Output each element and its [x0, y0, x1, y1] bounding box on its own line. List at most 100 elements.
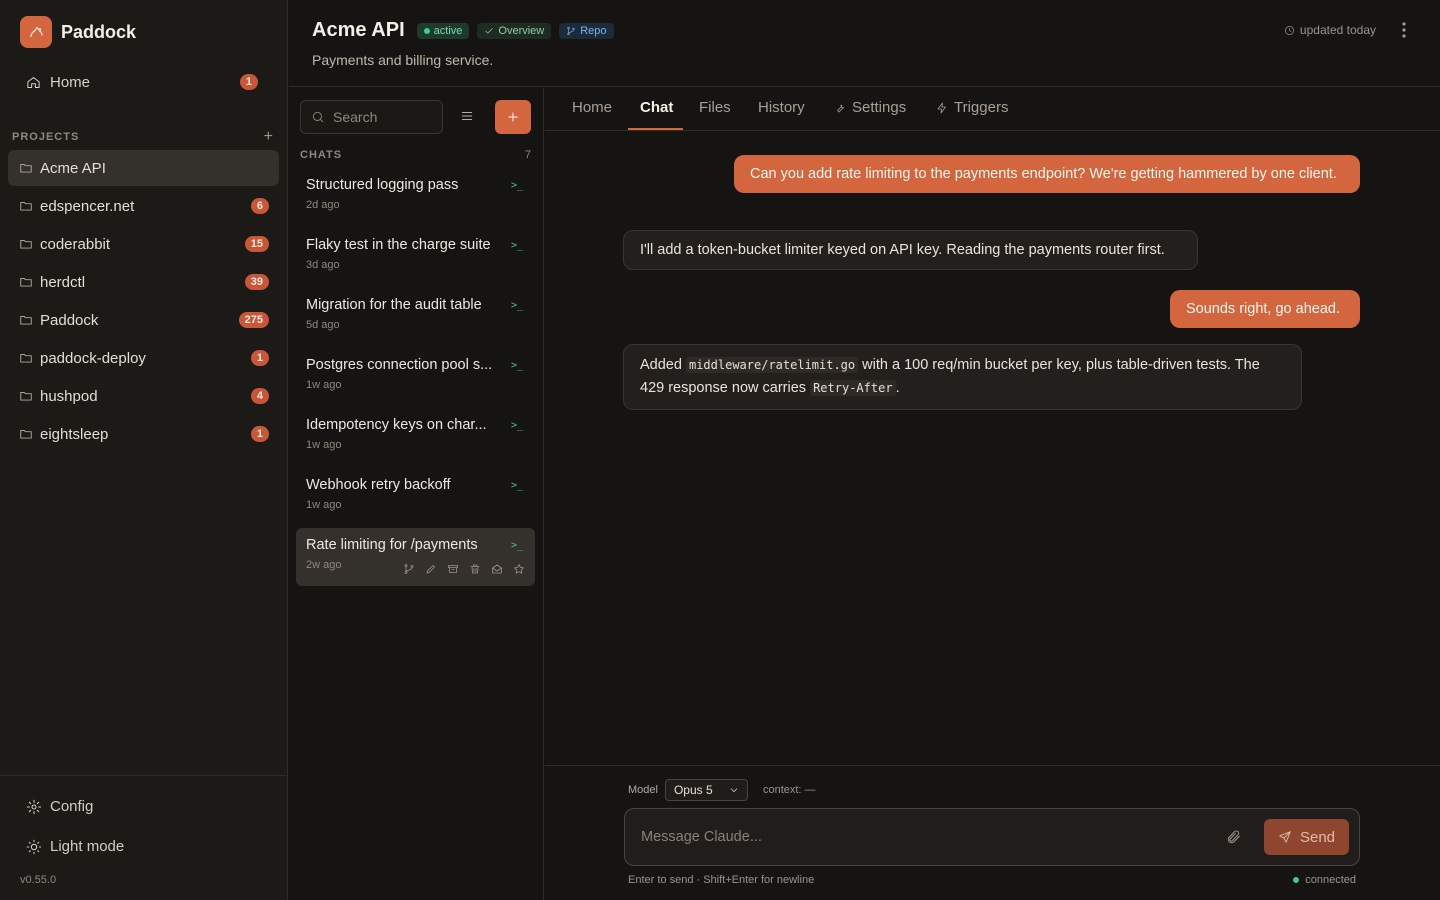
home-badge: 1 — [239, 74, 258, 90]
brand[interactable]: Paddock — [20, 16, 136, 48]
chat-time: 1w ago — [306, 499, 342, 511]
chat-list-item[interactable]: Postgres connection pool s... 1w ago >_ — [296, 348, 535, 406]
add-project-button[interactable]: + — [264, 128, 274, 146]
chat-list-panel: CHATS 7 Structured logging pass 2d ago >… — [289, 88, 544, 900]
chat-list-item[interactable]: Structured logging pass 2d ago >_ — [296, 168, 535, 226]
chat-time: 1w ago — [306, 439, 342, 451]
message-input[interactable] — [641, 829, 1226, 845]
archive-icon[interactable] — [447, 563, 459, 575]
star-icon[interactable] — [513, 563, 525, 575]
project-badge: 275 — [238, 312, 269, 328]
project-badge: 1 — [250, 350, 269, 366]
sidebar-item-project[interactable]: herdctl 39 — [8, 264, 279, 300]
check-icon — [484, 26, 494, 36]
project-badge: 39 — [244, 274, 269, 290]
branch-icon[interactable] — [403, 563, 415, 575]
send-icon — [1278, 830, 1292, 844]
chat-list-item[interactable]: Webhook retry backoff 1w ago >_ — [296, 468, 535, 526]
chevron-down-icon — [729, 785, 739, 795]
new-chat-button[interactable] — [495, 100, 531, 134]
project-name: edspencer.net — [40, 197, 135, 215]
chat-list-item[interactable]: Idempotency keys on char... 1w ago >_ — [296, 408, 535, 466]
send-button[interactable]: Send — [1264, 819, 1349, 855]
message-text: . — [895, 380, 900, 396]
page-title: Acme API — [312, 19, 405, 41]
main-panel: Home Chat Files History Settings Trigger… — [545, 88, 1440, 900]
more-options-icon[interactable] — [1402, 22, 1406, 38]
edit-icon[interactable] — [425, 563, 437, 575]
search-input[interactable] — [333, 109, 433, 125]
repo-label: Repo — [580, 24, 607, 37]
tab-files[interactable]: Files — [699, 99, 731, 116]
project-badge: 6 — [250, 198, 269, 214]
sidebar-item-project[interactable]: paddock-deploy 1 — [8, 340, 279, 376]
folder-icon — [19, 313, 33, 327]
tab-bar: Home Chat Files History Settings Trigger… — [545, 88, 1440, 131]
projects-header: PROJECTS + — [12, 128, 274, 146]
search-box[interactable] — [300, 100, 443, 134]
status-badge-label: active — [433, 24, 463, 37]
tab-settings[interactable]: Settings — [834, 99, 906, 116]
project-badge: 15 — [244, 236, 269, 252]
status-dot — [423, 27, 430, 34]
trash-icon[interactable] — [469, 563, 481, 575]
tab-label: Home — [572, 99, 613, 116]
tab-home[interactable]: Home — [572, 99, 612, 116]
chat-title: Idempotency keys on char... — [306, 417, 487, 433]
project-name: hushpod — [40, 387, 98, 405]
chat-time: 1w ago — [306, 379, 342, 391]
inline-code: middleware/ratelimit.go — [685, 357, 859, 373]
folder-icon — [19, 275, 33, 289]
tab-triggers[interactable]: Triggers — [936, 99, 1008, 116]
message-text: Added — [640, 357, 686, 373]
config-button[interactable]: Config — [26, 798, 93, 815]
sidebar-item-project[interactable]: Paddock 275 — [8, 302, 279, 338]
active-tab-indicator — [628, 128, 683, 130]
terminal-icon: >_ — [510, 540, 523, 551]
paperclip-icon[interactable] — [1226, 829, 1242, 845]
sidebar-item-project[interactable]: edspencer.net 6 — [8, 188, 279, 224]
sidebar-item-home[interactable]: Home 1 — [12, 66, 272, 98]
chat-title: Rate limiting for /payments — [306, 537, 478, 553]
sidebar-item-label: Home — [50, 73, 91, 91]
assistant-message: Added middleware/ratelimit.go with a 100… — [623, 344, 1302, 410]
light-mode-label: Light mode — [50, 838, 125, 855]
project-badge: 4 — [250, 388, 269, 404]
model-select[interactable]: Opus 5 — [664, 779, 748, 801]
sidebar-item-project[interactable]: eightsleep 1 — [8, 416, 279, 452]
sidebar-item-project[interactable]: Acme API — [8, 150, 279, 186]
title-row: Acme API active Overview Repo — [312, 19, 614, 42]
mail-open-icon[interactable] — [491, 563, 503, 575]
light-mode-toggle[interactable]: Light mode — [26, 838, 124, 855]
repo-pill[interactable]: Repo — [559, 22, 614, 39]
tab-label: Chat — [640, 99, 674, 116]
project-name: herdctl — [40, 273, 86, 291]
context-indicator: context: — — [762, 784, 816, 796]
sidebar-item-project[interactable]: hushpod 4 — [8, 378, 279, 414]
gear-icon — [26, 799, 42, 815]
keyboard-hint: Enter to send · Shift+Enter for newline — [628, 874, 815, 886]
terminal-icon: >_ — [510, 240, 523, 251]
message-composer[interactable]: Send — [624, 808, 1360, 866]
tab-history[interactable]: History — [758, 99, 805, 116]
chat-time: 5d ago — [306, 319, 340, 331]
tab-chat[interactable]: Chat — [640, 99, 673, 116]
model-label: Model — [628, 784, 658, 796]
config-label: Config — [50, 798, 94, 815]
chat-list-item[interactable]: Flaky test in the charge suite 3d ago >_ — [296, 228, 535, 286]
list-view-icon[interactable] — [460, 109, 474, 123]
chat-title: Webhook retry backoff — [306, 477, 451, 493]
connection-label: connected — [1305, 874, 1356, 886]
overview-pill[interactable]: Overview — [477, 22, 552, 39]
projects-header-label: PROJECTS — [12, 131, 80, 143]
sidebar-item-project[interactable]: coderabbit 15 — [8, 226, 279, 262]
brand-name: Paddock — [61, 21, 137, 42]
project-name: Paddock — [40, 311, 99, 329]
chat-list-item-selected[interactable]: Rate limiting for /payments 2w ago >_ — [296, 528, 535, 586]
sidebar-footer: Config Light mode v0.55.0 — [0, 775, 288, 900]
git-branch-icon — [566, 26, 576, 36]
chat-list-item[interactable]: Migration for the audit table 5d ago >_ — [296, 288, 535, 346]
chat-title: Migration for the audit table — [306, 297, 482, 313]
chat-actions — [403, 563, 525, 575]
home-icon — [26, 75, 41, 90]
